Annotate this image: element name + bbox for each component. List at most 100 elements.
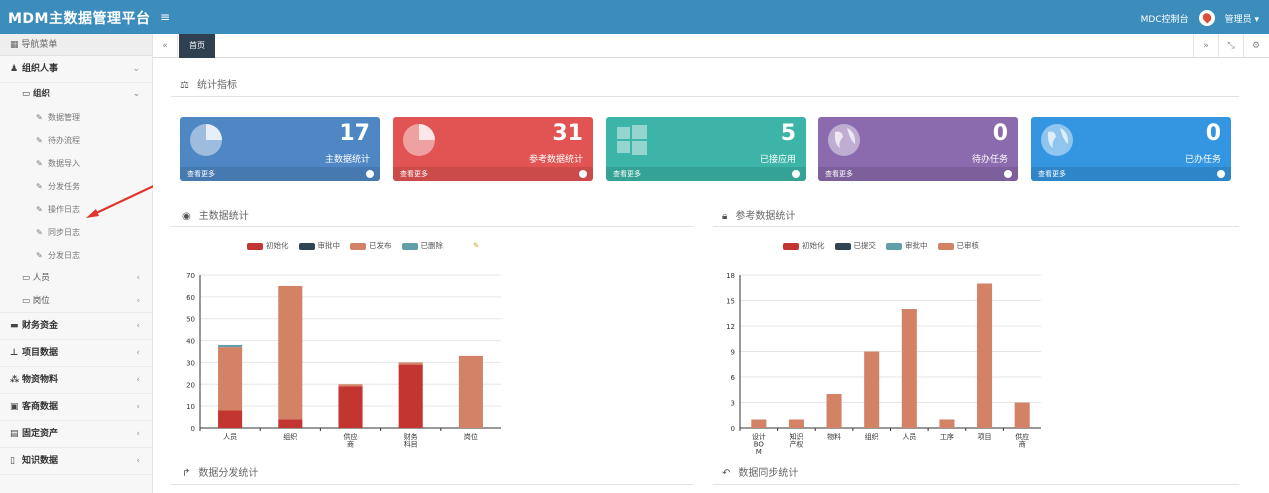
divider xyxy=(713,226,1239,227)
card-connected-apps[interactable]: 5 已接应用 查看更多 xyxy=(606,117,806,181)
legend-item[interactable]: 审批中 xyxy=(298,240,340,251)
distribution-section-title: ↱ 数据分发统计 xyxy=(182,464,258,479)
balance-scale-icon: ⚖ xyxy=(180,80,189,91)
legend-label: 审批中 xyxy=(905,241,928,250)
x-tick-label: 产权 xyxy=(789,440,803,449)
globe-icon xyxy=(828,124,860,156)
bar-segment xyxy=(338,384,363,387)
menu-knowledge[interactable]: ▯ 知识数据 ‹ xyxy=(0,448,152,475)
legend-label: 初始化 xyxy=(266,241,289,250)
tag-icon: ✎ xyxy=(36,182,43,191)
top-navbar: MDM主数据管理平台 ≡ MDC控制台 管理员 ▾ xyxy=(0,0,1269,34)
leaf-sync-log[interactable]: ✎ 同步日志 xyxy=(0,221,152,244)
gear-icon[interactable]: ⚙ xyxy=(1243,34,1268,58)
tab-scroll-left-button[interactable]: « xyxy=(153,34,178,58)
legend-item[interactable]: 审批中 xyxy=(886,240,928,251)
console-link[interactable]: MDC控制台 xyxy=(1141,12,1189,25)
legend-item[interactable]: 初始化 xyxy=(783,240,825,251)
card-more-link[interactable]: 查看更多 xyxy=(606,167,806,181)
card-label: 已办任务 xyxy=(1184,155,1221,165)
arrow-circle-icon xyxy=(1004,170,1012,178)
avatar-icon[interactable] xyxy=(1198,10,1215,26)
y-tick-label: 40 xyxy=(186,338,195,346)
card-done-tasks[interactable]: 0 已办任务 查看更多 xyxy=(1031,117,1231,181)
card-reference-stats[interactable]: 31 参考数据统计 查看更多 xyxy=(393,117,593,181)
submenu-label: 岗位 xyxy=(32,296,50,306)
legend-item[interactable]: 已发布 xyxy=(350,240,392,251)
y-tick-label: 30 xyxy=(186,359,195,367)
divider xyxy=(171,96,1239,97)
main-content: ⚖ 统计指标 17 主数据统计 查看更多 31 参考数据统计 查看更多 5 已接应… xyxy=(153,58,1269,493)
user-menu[interactable]: 管理员 ▾ xyxy=(1225,12,1259,25)
bar-segment xyxy=(218,347,243,411)
submenu-post[interactable]: ▭ 岗位 ‹ xyxy=(0,290,152,313)
legend-swatch xyxy=(401,242,418,250)
y-tick-label: 12 xyxy=(726,323,735,331)
submenu-person[interactable]: ▭ 人员 ‹ xyxy=(0,267,152,290)
card-more-link[interactable]: 查看更多 xyxy=(180,167,380,181)
legend-swatch xyxy=(350,242,366,250)
share-icon: ↱ xyxy=(182,468,191,479)
x-tick-label: 项目 xyxy=(978,433,992,441)
card-more-link[interactable]: 查看更多 xyxy=(393,167,593,181)
y-tick-label: 10 xyxy=(186,403,195,411)
card-more-link[interactable]: 查看更多 xyxy=(1031,167,1231,181)
y-tick-label: 3 xyxy=(731,400,735,408)
master-data-chart: 010203040506070人员 组织 供应商财务科目岗位 xyxy=(186,272,501,449)
card-value: 31 xyxy=(552,121,583,146)
divider xyxy=(713,484,1239,485)
card-master-stats[interactable]: 17 主数据统计 查看更多 xyxy=(180,117,380,181)
leaf-data-import[interactable]: ✎ 数据导入 xyxy=(0,152,152,175)
leaf-todo-flow[interactable]: ✎ 待办流程 xyxy=(0,129,152,152)
grid-icon: ▦ xyxy=(10,40,22,50)
card-todo-tasks[interactable]: 0 待办任务 查看更多 xyxy=(818,117,1018,181)
menu-fixed-asset[interactable]: ▤ 固定资产 ‹ xyxy=(0,421,152,448)
brand-title[interactable]: MDM主数据管理平台 xyxy=(8,8,150,28)
legend-swatch xyxy=(834,242,851,250)
x-tick-label: 组织 xyxy=(283,432,297,441)
leaf-dist-log[interactable]: ✎ 分发日志 xyxy=(0,244,152,267)
chevron-left-icon: ‹ xyxy=(136,402,140,412)
legend-item[interactable]: 已删除 xyxy=(401,240,443,251)
menu-finance[interactable]: ▬ 财务资金 ‹ xyxy=(0,313,152,340)
tab-home[interactable]: 首页 xyxy=(179,34,215,58)
menu-label: 客商数据 xyxy=(22,402,59,412)
arrow-circle-icon xyxy=(792,170,800,178)
arrow-circle-icon xyxy=(579,170,587,178)
top-right-area: MDC控制台 管理员 ▾ xyxy=(1141,10,1259,26)
bar-segment xyxy=(458,355,483,428)
reply-icon: ↶ xyxy=(722,468,731,479)
menu-org-hr[interactable]: ♟ 组织人事 ⌄ xyxy=(0,56,152,83)
leaf-data-manage[interactable]: ✎ 数据管理 xyxy=(0,106,152,129)
bar-segment xyxy=(977,283,993,428)
tag-icon: ✎ xyxy=(36,113,43,122)
y-tick-label: 18 xyxy=(726,272,735,280)
reference-section-title: 🔒︎ 参考数据统计 xyxy=(722,207,795,222)
bar-segment xyxy=(826,394,842,428)
folder-icon: ▭ xyxy=(22,273,33,283)
save-image-icon[interactable]: ✎ xyxy=(473,241,479,250)
card-more-link[interactable]: 查看更多 xyxy=(818,167,1018,181)
menu-label: 财务资金 xyxy=(22,321,59,331)
tab-scroll-right-button[interactable]: » xyxy=(1193,34,1218,58)
menu-label: 组织人事 xyxy=(22,64,59,74)
fullscreen-icon[interactable]: ⤡ xyxy=(1218,34,1243,58)
bar-segment xyxy=(901,309,917,428)
legend-item[interactable]: 已提交 xyxy=(834,240,876,251)
menu-material[interactable]: ⁂ 物资物料 ‹ xyxy=(0,367,152,394)
stats-section-title: ⚖ 统计指标 xyxy=(180,76,237,91)
sync-section-title: ↶ 数据同步统计 xyxy=(722,464,798,479)
submenu-org[interactable]: ▭ 组织 ⌄ xyxy=(0,83,152,106)
menu-customer[interactable]: ▣ 客商数据 ‹ xyxy=(0,394,152,421)
legend-item[interactable]: 初始化 xyxy=(247,240,289,251)
pie-chart-icon xyxy=(403,124,435,156)
legend-item[interactable]: 已审核 xyxy=(937,240,979,251)
menu-label: 知识数据 xyxy=(22,456,59,466)
tag-icon: ✎ xyxy=(36,136,43,145)
menu-project[interactable]: ⊥ 项目数据 ‹ xyxy=(0,340,152,367)
tag-icon: ✎ xyxy=(36,251,43,260)
menu-toggle-icon[interactable]: ≡ xyxy=(160,10,170,24)
lock-icon: 🔒︎ xyxy=(722,211,728,222)
card-value: 0 xyxy=(1205,121,1221,146)
chevron-down-icon: ⌄ xyxy=(132,64,140,74)
